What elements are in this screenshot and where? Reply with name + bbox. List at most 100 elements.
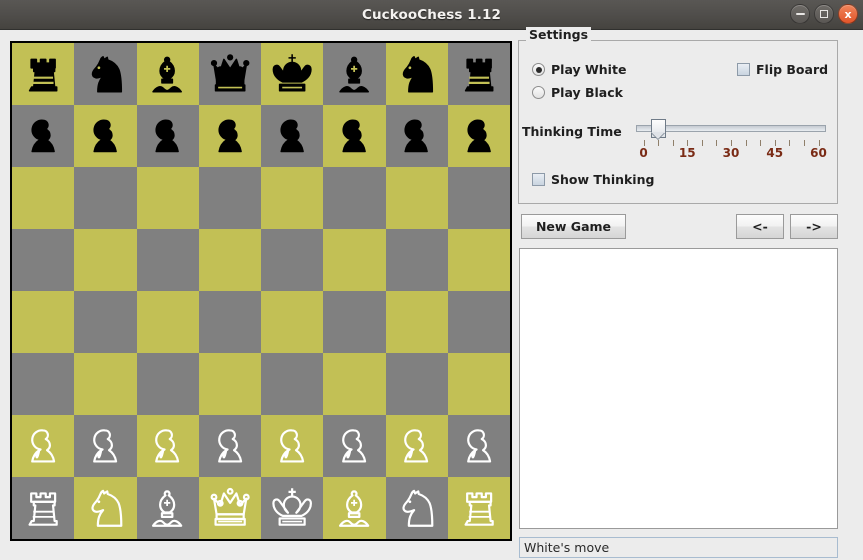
board-square-b6[interactable] [74,167,137,229]
board-square-a8[interactable] [12,43,75,105]
board-square-c3[interactable] [136,353,199,415]
board-square-d1[interactable] [198,477,261,539]
board-square-e8[interactable] [261,43,324,105]
piece-white-knight[interactable] [74,477,136,539]
board-square-b2[interactable] [74,415,137,477]
board-square-c4[interactable] [136,291,199,353]
board-square-d7[interactable] [198,105,261,167]
piece-white-rook[interactable] [448,477,510,539]
piece-white-queen[interactable] [199,477,261,539]
board-square-d6[interactable] [198,167,261,229]
piece-white-pawn[interactable] [137,415,199,477]
board-square-e5[interactable] [261,229,324,291]
board-square-a1[interactable] [12,477,75,539]
board-square-e1[interactable] [261,477,324,539]
board-square-h6[interactable] [447,167,510,229]
piece-black-pawn[interactable] [74,105,136,167]
piece-black-pawn[interactable] [448,105,510,167]
radio-play-white[interactable]: Play White [532,62,626,77]
board-square-b5[interactable] [74,229,137,291]
piece-black-pawn[interactable] [323,105,385,167]
board-square-g5[interactable] [385,229,448,291]
piece-white-bishop[interactable] [323,477,385,539]
piece-black-knight[interactable] [74,43,136,105]
piece-black-queen[interactable] [199,43,261,105]
piece-black-knight[interactable] [386,43,448,105]
piece-white-pawn[interactable] [261,415,323,477]
board-square-b3[interactable] [74,353,137,415]
board-square-g2[interactable] [385,415,448,477]
board-square-a6[interactable] [12,167,75,229]
piece-black-pawn[interactable] [199,105,261,167]
board-square-g4[interactable] [385,291,448,353]
board-square-f5[interactable] [323,229,386,291]
board-square-g8[interactable] [385,43,448,105]
board-square-e7[interactable] [261,105,324,167]
board-square-h1[interactable] [447,477,510,539]
piece-black-rook[interactable] [448,43,510,105]
piece-black-pawn[interactable] [261,105,323,167]
new-game-button[interactable]: New Game [521,214,626,239]
board-square-c1[interactable] [136,477,199,539]
piece-white-king[interactable] [261,477,323,539]
board-square-h5[interactable] [447,229,510,291]
minimize-button[interactable] [790,4,810,24]
checkbox-show-thinking-indicator[interactable]: ✓ [532,173,545,186]
board-square-c7[interactable] [136,105,199,167]
piece-black-pawn[interactable] [137,105,199,167]
maximize-button[interactable] [814,4,834,24]
radio-play-black[interactable]: Play Black [532,85,623,100]
radio-play-black-indicator[interactable] [532,86,545,99]
board-square-f6[interactable] [323,167,386,229]
piece-black-bishop[interactable] [137,43,199,105]
board-square-c8[interactable] [136,43,199,105]
board-square-e6[interactable] [261,167,324,229]
piece-black-rook[interactable] [12,43,74,105]
piece-black-pawn[interactable] [386,105,448,167]
thinking-time-slider[interactable]: 0 15 30 45 60 [636,118,828,164]
board-square-f4[interactable] [323,291,386,353]
next-move-button[interactable]: -> [790,214,838,239]
board-square-h2[interactable] [447,415,510,477]
board-square-h4[interactable] [447,291,510,353]
board-square-g1[interactable] [385,477,448,539]
move-list-textarea[interactable] [519,248,838,529]
chess-board[interactable] [12,43,510,539]
board-square-a7[interactable] [12,105,75,167]
board-square-c6[interactable] [136,167,199,229]
board-square-g6[interactable] [385,167,448,229]
board-square-g3[interactable] [385,353,448,415]
board-square-c5[interactable] [136,229,199,291]
board-square-d5[interactable] [198,229,261,291]
chess-board-panel[interactable] [10,41,512,541]
piece-white-pawn[interactable] [12,415,74,477]
board-square-b1[interactable] [74,477,137,539]
board-square-h3[interactable] [447,353,510,415]
piece-white-bishop[interactable] [137,477,199,539]
board-square-f7[interactable] [323,105,386,167]
close-button[interactable]: x [838,4,858,24]
piece-white-pawn[interactable] [199,415,261,477]
board-square-h8[interactable] [447,43,510,105]
piece-black-pawn[interactable] [12,105,74,167]
board-square-a2[interactable] [12,415,75,477]
board-square-d8[interactable] [198,43,261,105]
board-square-b7[interactable] [74,105,137,167]
board-square-f1[interactable] [323,477,386,539]
board-square-a3[interactable] [12,353,75,415]
board-square-f8[interactable] [323,43,386,105]
board-square-e4[interactable] [261,291,324,353]
board-square-a5[interactable] [12,229,75,291]
piece-white-pawn[interactable] [74,415,136,477]
radio-play-white-indicator[interactable] [532,63,545,76]
slider-thumb[interactable] [650,119,666,138]
piece-white-pawn[interactable] [386,415,448,477]
piece-white-rook[interactable] [12,477,74,539]
checkbox-show-thinking[interactable]: ✓ Show Thinking [532,172,654,187]
piece-white-pawn[interactable] [323,415,385,477]
board-square-h7[interactable] [447,105,510,167]
previous-move-button[interactable]: <- [736,214,784,239]
checkbox-flip-board-indicator[interactable]: ✓ [737,63,750,76]
board-square-b4[interactable] [74,291,137,353]
board-square-d3[interactable] [198,353,261,415]
